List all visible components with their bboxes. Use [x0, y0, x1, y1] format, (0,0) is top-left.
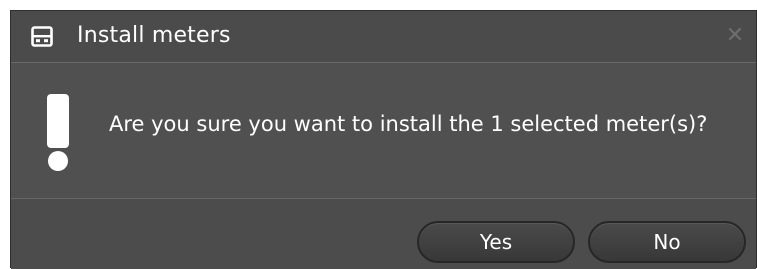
close-icon[interactable]: ✕ [724, 25, 746, 47]
no-button[interactable]: No [588, 221, 746, 263]
dialog-body: Are you sure you want to install the 1 s… [11, 63, 756, 198]
yes-button[interactable]: Yes [417, 221, 575, 263]
dialog-titlebar[interactable]: Install meters ✕ [11, 11, 756, 63]
confirmation-message: Are you sure you want to install the 1 s… [109, 112, 708, 136]
install-meters-dialog: Install meters ✕ Are you sure you want t… [10, 10, 757, 269]
dialog-footer: Yes No [11, 198, 756, 269]
exclamation-icon [47, 94, 69, 171]
window-icon [31, 26, 53, 47]
dialog-title: Install meters [77, 23, 231, 48]
